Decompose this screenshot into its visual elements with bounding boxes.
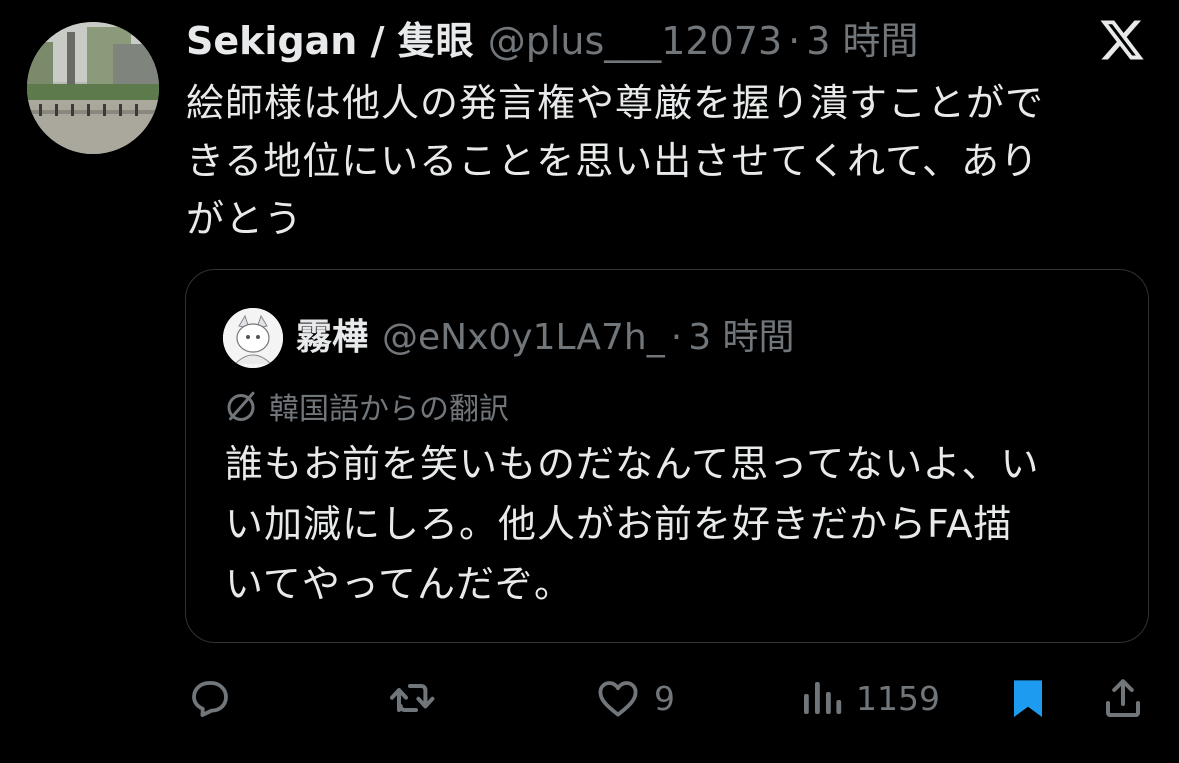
like-count: 9 bbox=[654, 678, 675, 718]
translation-notice[interactable]: 韓国語からの翻訳 bbox=[223, 384, 509, 428]
quoted-author-avatar[interactable] bbox=[223, 308, 283, 368]
views-icon bbox=[804, 682, 842, 714]
tweet-text-line: きる地位にいることを思い出させてくれて、あり bbox=[186, 139, 1040, 183]
quoted-tweet-header: 霧樺 @eNx0y1LA7h_ · 3 時間 bbox=[296, 314, 795, 362]
bookmark-icon bbox=[1014, 680, 1042, 717]
translation-label: 韓国語からの翻訳 bbox=[269, 392, 509, 427]
quoted-tweet-timestamp[interactable]: 3 時間 bbox=[688, 314, 794, 362]
heart-icon bbox=[598, 681, 638, 717]
share-icon bbox=[1106, 679, 1140, 717]
reply-button[interactable] bbox=[186, 668, 234, 728]
x-logo-icon bbox=[1098, 16, 1146, 64]
share-button[interactable] bbox=[1099, 668, 1147, 728]
retweet-icon bbox=[390, 684, 435, 712]
quoted-tweet-card[interactable]: 霧樺 @eNx0y1LA7h_ · 3 時間 韓国語からの翻訳 誰もお前を笑いも… bbox=[185, 269, 1149, 643]
quoted-text-line: いてやってんだぞ。 bbox=[225, 562, 573, 606]
quoted-tweet-text: 誰もお前を笑いものだなんて思ってないよ、い い加減にしろ。他人がお前を好きだから… bbox=[225, 434, 1115, 614]
quoted-text-line: 誰もお前を笑いものだなんて思ってないよ、い bbox=[225, 442, 1040, 486]
quoted-header-separator: · bbox=[670, 317, 683, 358]
tweet-text: 絵師様は他人の発言権や尊厳を握り潰すことがで きる地位にいることを思い出させてく… bbox=[186, 74, 1126, 248]
like-button[interactable]: 9 bbox=[594, 668, 675, 728]
quoted-author-handle[interactable]: @eNx0y1LA7h_ bbox=[382, 314, 665, 362]
tweet-action-bar: 9 1159 bbox=[186, 668, 1156, 728]
author-display-name[interactable]: Sekigan / 隻眼 bbox=[186, 16, 474, 66]
header-separator: · bbox=[788, 19, 801, 63]
view-count: 1159 bbox=[856, 678, 940, 718]
quoted-avatar-illustration bbox=[223, 308, 283, 368]
globe-slash-icon bbox=[227, 391, 255, 421]
reply-icon bbox=[192, 681, 228, 717]
views-button[interactable]: 1159 bbox=[800, 668, 940, 728]
quoted-author-display-name[interactable]: 霧樺 bbox=[296, 314, 368, 362]
quoted-text-line: い加減にしろ。他人がお前を好きだからFA描 bbox=[225, 502, 1013, 546]
author-handle[interactable]: @plus___12073 bbox=[488, 16, 782, 66]
tweet-header: Sekigan / 隻眼 @plus___12073 · 3 時間 bbox=[186, 16, 919, 66]
tweet-text-line: がとう bbox=[186, 197, 304, 241]
avatar-photo bbox=[27, 22, 159, 154]
tweet-timestamp[interactable]: 3 時間 bbox=[806, 16, 918, 66]
bookmark-button[interactable] bbox=[1004, 668, 1052, 728]
author-avatar[interactable] bbox=[27, 22, 159, 154]
tweet-text-line: 絵師様は他人の発言権や尊厳を握り潰すことがで bbox=[186, 81, 1045, 125]
retweet-button[interactable] bbox=[386, 668, 440, 728]
